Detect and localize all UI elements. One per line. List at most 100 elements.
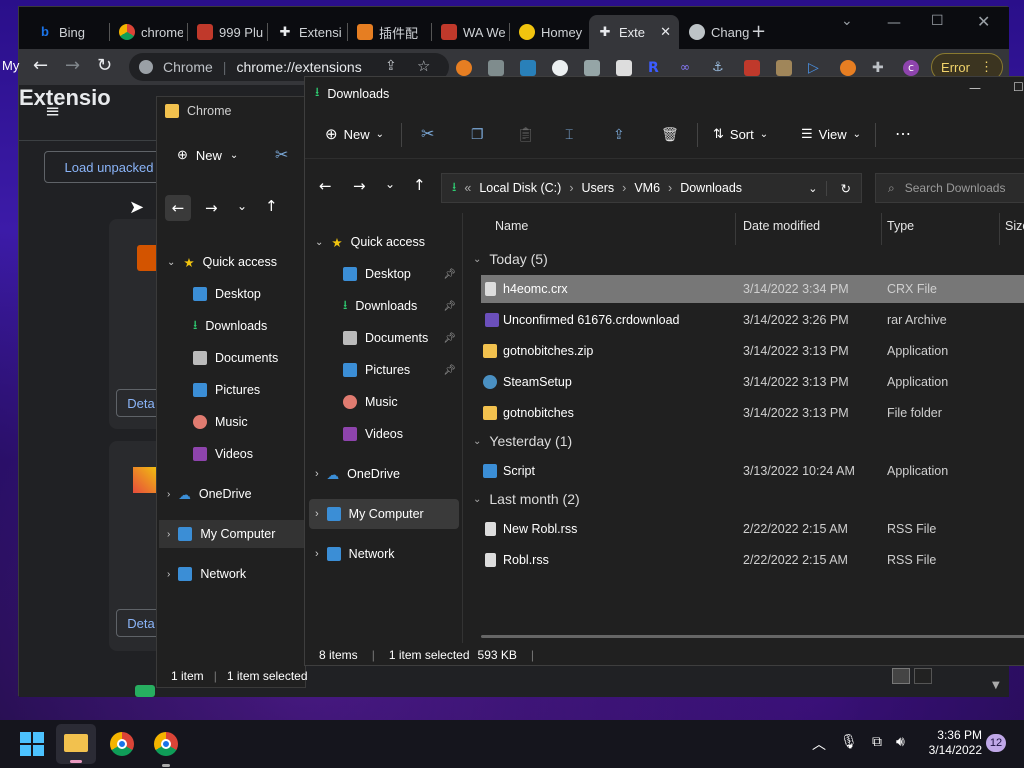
column-header-type[interactable]: Type (887, 219, 914, 233)
column-header-date[interactable]: Date modified (743, 219, 820, 233)
new-button[interactable]: ⊕ New ⌄ (177, 147, 238, 163)
nav-videos[interactable]: Videos (305, 419, 462, 449)
cut-icon[interactable]: ✂ (275, 145, 288, 164)
chevron-down-icon[interactable]: ⌄ (808, 182, 817, 195)
minimize-icon[interactable]: — (969, 81, 981, 95)
view-button[interactable]: ☰ View ⌄ (801, 121, 861, 147)
extension-icon[interactable]: ⚓ (712, 60, 728, 76)
extension-icon[interactable] (840, 60, 856, 76)
file-row[interactable]: New Robl.rss 2/22/2022 2:15 AM RSS File (481, 515, 1024, 543)
maximize-icon[interactable]: ☐ (1013, 80, 1024, 94)
menu-icon[interactable]: ≡ (45, 101, 60, 122)
extension-icon[interactable] (488, 60, 504, 76)
breadcrumb-users[interactable]: Users (581, 181, 614, 195)
extension-icon[interactable] (552, 60, 568, 76)
chevron-up-icon[interactable]: ︿ (812, 734, 826, 754)
network-status-icon[interactable]: ⧉ (872, 734, 882, 750)
nav-my-computer[interactable]: › My Computer (309, 499, 459, 529)
file-row[interactable]: Script 3/13/2022 10:24 AM Application (481, 457, 1024, 485)
file-row[interactable]: gotnobitches 3/14/2022 3:13 PM File fold… (481, 399, 1024, 427)
up-icon[interactable]: ↑ (265, 197, 278, 215)
nav-pictures[interactable]: Pictures (193, 376, 260, 404)
chevron-down-icon[interactable]: ⌄ (841, 13, 853, 29)
nav-downloads[interactable]: ⭳ Downloads 📌︎ (305, 291, 462, 321)
extension-icon[interactable]: ▷ (808, 60, 824, 76)
notification-badge[interactable]: 12 (986, 734, 1006, 752)
sort-button[interactable]: ⇅ Sort ⌄ (713, 121, 768, 147)
copy-icon[interactable]: ❐ (471, 121, 484, 147)
taskbar-chrome-2[interactable] (154, 732, 178, 767)
back-icon[interactable]: ← (319, 177, 332, 195)
nav-documents[interactable]: Documents 📌︎ (305, 323, 462, 353)
extension-icon[interactable] (744, 60, 760, 76)
new-button[interactable]: ⊕ New ⌄ (325, 121, 384, 147)
tab-chinese[interactable]: 插件配 (349, 15, 429, 49)
nav-music[interactable]: Music (305, 387, 462, 417)
extension-icon[interactable] (776, 60, 792, 76)
file-row[interactable]: gotnobitches.zip 3/14/2022 3:13 PM Appli… (481, 337, 1024, 365)
breadcrumb-drive[interactable]: Local Disk (C:) (479, 181, 561, 195)
column-header-size[interactable]: Size (1005, 219, 1024, 233)
extension-icon[interactable] (616, 60, 632, 76)
taskbar-chrome[interactable] (110, 732, 134, 756)
tab-chrome[interactable]: chrome (111, 15, 183, 49)
tab-extensions-active[interactable]: ✚ Exte ✕ (589, 15, 679, 49)
tab-change[interactable]: Chang (681, 15, 757, 49)
file-row[interactable]: SteamSetup 3/14/2022 3:13 PM Application (481, 368, 1024, 396)
profile-avatar[interactable]: c (903, 60, 919, 76)
new-tab-icon[interactable]: + (751, 21, 766, 42)
file-row[interactable]: Robl.rss 2/22/2022 2:15 AM RSS File (481, 546, 1024, 574)
extension-icon[interactable] (456, 60, 472, 76)
column-separator[interactable] (999, 213, 1000, 245)
details-view-icon[interactable] (892, 668, 910, 684)
column-separator[interactable] (881, 213, 882, 245)
nav-videos[interactable]: Videos (193, 440, 253, 468)
tab-wa[interactable]: WA We (433, 15, 507, 49)
recent-chevron-icon[interactable]: ⌄ (385, 177, 395, 191)
nav-my-computer[interactable]: › My Computer (159, 520, 305, 548)
horizontal-scrollbar[interactable] (481, 635, 1024, 638)
taskbar-file-explorer[interactable] (56, 724, 96, 764)
address-bar[interactable]: ⭳ « Local Disk (C:) › Users › VM6 › Down… (441, 173, 862, 203)
close-window-icon[interactable]: ✕ (977, 12, 990, 31)
nav-quick-access[interactable]: ⌄ ★ Quick access (167, 248, 277, 276)
nav-desktop[interactable]: Desktop 📌︎ (305, 259, 462, 289)
group-header-last-month[interactable]: ⌄ Last month (2) (473, 485, 580, 513)
extension-icon[interactable]: R (648, 60, 664, 76)
forward-icon[interactable]: → (353, 177, 366, 195)
group-header-today[interactable]: ⌄ Today (5) (473, 245, 548, 273)
file-row[interactable]: h4eomc.crx 3/14/2022 3:34 PM CRX File (481, 275, 1024, 303)
tab-extensions[interactable]: ✚ Extensi (269, 15, 345, 49)
column-header-name[interactable]: Name (495, 219, 528, 233)
microphone-icon[interactable]: 🎙︎ (840, 734, 858, 750)
back-icon[interactable]: ← (33, 55, 48, 76)
share-icon[interactable]: ⇪ (385, 58, 397, 74)
nav-music[interactable]: Music (193, 408, 248, 436)
view-toggle[interactable] (892, 668, 938, 688)
nav-network[interactable]: › Network (167, 560, 246, 588)
extension-icon[interactable] (520, 60, 536, 76)
share-icon[interactable]: ⇪ (613, 121, 625, 147)
load-unpacked-button[interactable]: Load unpacked (44, 151, 174, 183)
volume-icon[interactable]: 🔊︎ (896, 734, 905, 750)
cut-icon[interactable]: ✂ (421, 121, 434, 147)
up-icon[interactable]: ↑ (413, 176, 426, 194)
nav-onedrive[interactable]: › ☁ OneDrive (305, 459, 462, 489)
recent-chevron-icon[interactable]: ⌄ (237, 199, 247, 213)
paste-icon[interactable]: 📋︎ (517, 121, 535, 147)
forward-icon[interactable]: → (205, 199, 218, 217)
breadcrumb-user[interactable]: VM6 (634, 181, 660, 195)
nav-pictures[interactable]: Pictures 📌︎ (305, 355, 462, 385)
nav-downloads[interactable]: ⭳ Downloads (193, 312, 267, 340)
nav-documents[interactable]: Documents (193, 344, 278, 372)
minimize-icon[interactable]: — (887, 15, 901, 31)
forward-icon[interactable]: → (65, 55, 80, 76)
extension-icon[interactable] (584, 60, 600, 76)
rename-icon[interactable]: ⌶ (565, 121, 573, 147)
delete-icon[interactable]: 🗑︎ (661, 121, 679, 147)
tab-bing[interactable]: b Bing (29, 15, 107, 49)
scroll-down-icon[interactable]: ▼ (992, 680, 1000, 691)
tab-999[interactable]: 999 Plu (189, 15, 265, 49)
nav-onedrive[interactable]: › ☁ OneDrive (167, 480, 252, 508)
start-icon[interactable] (20, 732, 44, 756)
